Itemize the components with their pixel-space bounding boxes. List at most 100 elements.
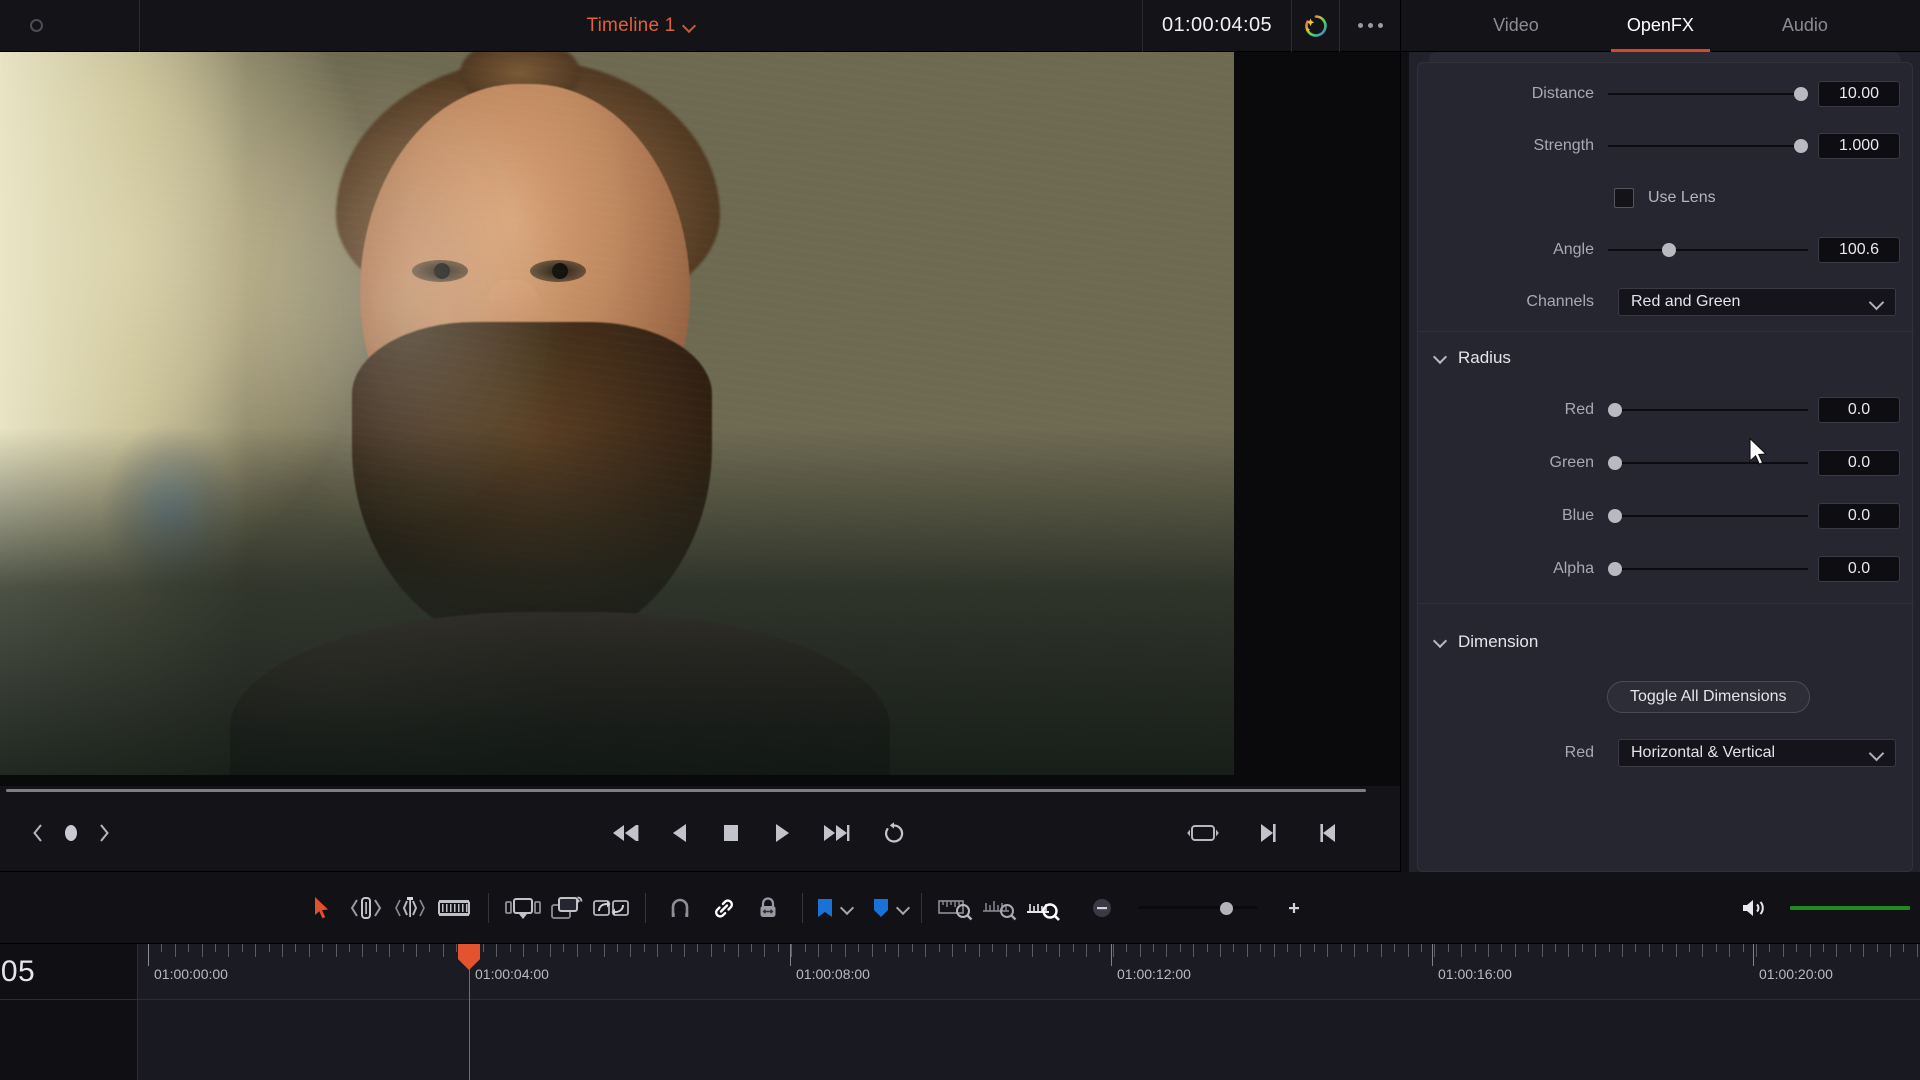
value-strength[interactable]: 1.000 [1818,133,1900,159]
flag-icon[interactable] [815,896,835,920]
video-preview-image [0,52,1234,775]
trim-edit-mode-button[interactable] [344,886,388,930]
ruler-label: 01:00:20:00 [1759,966,1833,982]
value-radius-red[interactable]: 0.0 [1818,397,1900,423]
zoom-slider-knob[interactable] [1220,902,1233,915]
toolbar-divider [488,893,489,923]
record-button[interactable] [0,0,140,52]
chevron-down-icon[interactable] [898,902,909,913]
param-label-radius-red: Red [1418,401,1608,419]
slider-track [1608,145,1808,147]
prev-keyframe-button[interactable] [30,822,46,844]
slider-radius-blue[interactable] [1608,506,1808,526]
overwrite-clip-button[interactable] [545,886,589,930]
slider-knob[interactable] [1608,509,1622,523]
chevron-down-icon [1871,296,1883,308]
param-row-radius-blue: Blue 0.0 [1418,499,1914,533]
flag-marker-dropdown[interactable] [815,896,853,920]
chevron-down-icon[interactable] [842,902,853,913]
tab-openfx[interactable]: OpenFX [1625,15,1696,36]
keyframe-diamond-icon[interactable] [62,822,80,844]
viewer-scrub-bar[interactable] [0,786,1400,794]
slider-knob[interactable] [1608,456,1622,470]
tab-audio[interactable]: Audio [1780,15,1830,36]
slider-knob[interactable] [1662,243,1676,257]
timeline-tracks[interactable] [138,1000,1920,1080]
replace-clip-button[interactable] [589,886,633,930]
link-icon[interactable] [702,886,746,930]
color-fx-icon[interactable] [1292,0,1340,52]
openfx-settings-panel: Distance 10.00 Strength 1.000 [1417,62,1913,872]
mark-clip-button[interactable] [1186,822,1220,844]
value-radius-blue[interactable]: 0.0 [1818,503,1900,529]
jump-to-end-button[interactable] [822,821,852,845]
slider-knob[interactable] [1794,139,1808,153]
inspector-scrollbar[interactable] [1401,52,1409,872]
dimension-red-dropdown[interactable]: Horizontal & Vertical [1618,739,1896,767]
timeline-header-timecode[interactable]: :05 [0,944,138,1000]
loop-button[interactable] [882,821,906,845]
value-angle[interactable]: 100.6 [1818,237,1900,263]
razor-blade-icon[interactable] [432,886,476,930]
zoom-slider-track [1138,906,1258,909]
section-header-dimension[interactable]: Dimension [1418,625,1914,659]
mark-out-button[interactable] [1256,821,1280,845]
inspector-content: Distance 10.00 Strength 1.000 [1409,52,1920,872]
param-label-channels: Channels [1418,293,1608,311]
marker-icon[interactable] [871,896,891,920]
use-lens-label: Use Lens [1648,189,1716,207]
ruler-zoom-full-icon[interactable] [934,886,978,930]
dynamic-trim-mode-button[interactable] [388,886,432,930]
more-options-icon[interactable] [1340,0,1400,52]
stop-button[interactable] [720,821,742,845]
timeline-zoom-slider[interactable] [1138,898,1258,918]
value-radius-green[interactable]: 0.0 [1818,450,1900,476]
chevron-down-icon[interactable] [1434,352,1446,364]
slider-radius-alpha[interactable] [1608,559,1808,579]
magnet-icon[interactable] [658,886,702,930]
speaker-volume-icon[interactable] [1732,886,1776,930]
zoom-in-button[interactable] [1272,886,1316,930]
slider-knob[interactable] [1794,87,1808,101]
slider-track [1608,568,1808,570]
timeline-ruler[interactable]: 01:00:00:0001:00:04:0001:00:08:0001:00:1… [138,944,1920,1000]
toggle-all-dimensions-button[interactable]: Toggle All Dimensions [1607,681,1810,713]
mark-in-button[interactable] [1316,821,1340,845]
use-lens-checkbox[interactable] [1614,188,1634,208]
marker-color-dropdown[interactable] [871,896,909,920]
ruler-label: 01:00:04:00 [475,966,549,982]
lock-icon[interactable] [746,886,790,930]
slider-radius-green[interactable] [1608,453,1808,473]
next-keyframe-button[interactable] [96,822,112,844]
toolbar-divider [645,893,646,923]
record-dot-icon [30,19,43,32]
playhead[interactable] [469,944,470,1080]
channels-dropdown[interactable]: Red and Green [1618,288,1896,316]
slider-strength[interactable] [1608,136,1808,156]
insert-clip-button[interactable] [501,886,545,930]
jump-to-start-button[interactable] [610,821,640,845]
ruler-label: 01:00:08:00 [796,966,870,982]
value-radius-alpha[interactable]: 0.0 [1818,556,1900,582]
slider-knob[interactable] [1608,403,1622,417]
tab-video[interactable]: Video [1491,15,1541,36]
timeline-name-selector[interactable]: Timeline 1 [140,15,1142,37]
chevron-down-icon[interactable] [1434,636,1446,648]
play-button[interactable] [772,821,792,845]
slider-angle[interactable] [1608,240,1808,260]
ruler-zoom-custom-icon[interactable] [1022,886,1066,930]
zoom-out-button[interactable] [1080,886,1124,930]
value-distance[interactable]: 10.00 [1818,81,1900,107]
section-header-radius[interactable]: Radius [1418,341,1914,375]
slider-distance[interactable] [1608,84,1808,104]
ruler-zoom-detail-icon[interactable] [978,886,1022,930]
selection-mode-button[interactable] [300,886,344,930]
param-label-strength: Strength [1418,137,1608,155]
viewer-timecode[interactable]: 01:00:04:05 [1142,0,1292,52]
slider-knob[interactable] [1608,562,1622,576]
param-label-dimension-red: Red [1418,744,1608,762]
param-label-distance: Distance [1418,85,1608,103]
slider-radius-red[interactable] [1608,400,1808,420]
play-reverse-button[interactable] [670,821,690,845]
param-label-radius-alpha: Alpha [1418,560,1608,578]
